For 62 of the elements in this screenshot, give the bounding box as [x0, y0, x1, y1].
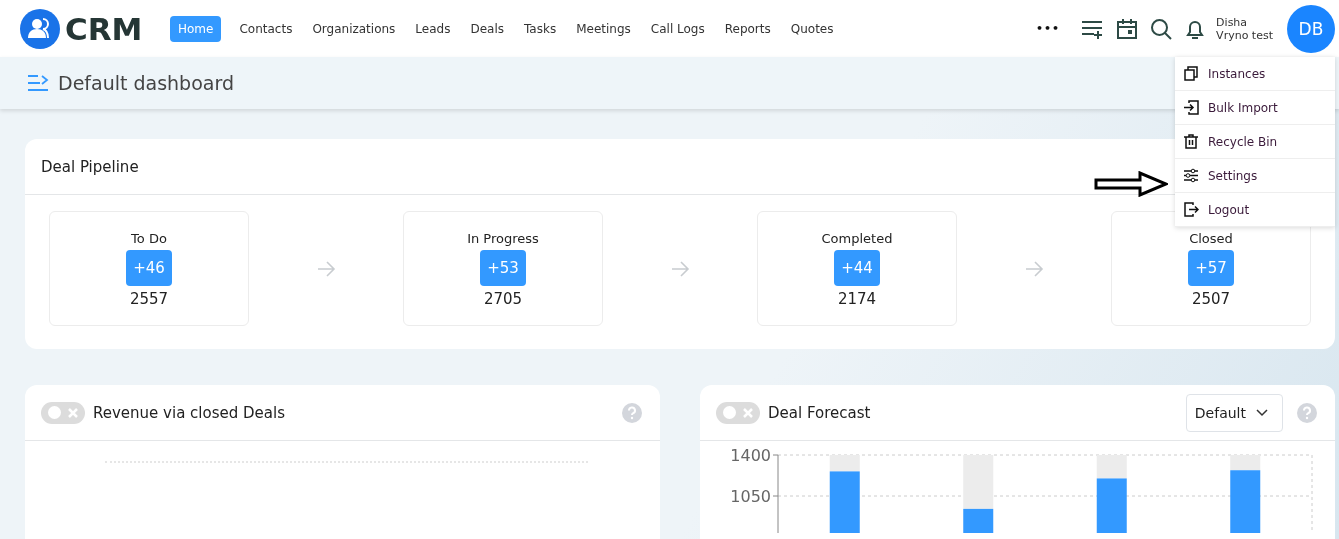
nav-tab[interactable]: Reports	[716, 15, 779, 42]
nav-tab[interactable]: Deals	[462, 15, 512, 42]
user-avatar[interactable]: DB	[1287, 4, 1335, 53]
widget-title: Revenue via closed Deals	[93, 403, 285, 422]
bar-track	[1096, 455, 1127, 479]
logo-text: CRM	[65, 10, 143, 47]
menu-item[interactable]: Bulk Import	[1175, 91, 1335, 125]
search-icon[interactable]	[1150, 17, 1173, 40]
stage-total: 2507	[1191, 290, 1231, 308]
menu-icon[interactable]	[27, 74, 49, 92]
count-badge: +44	[834, 250, 880, 286]
more-button[interactable]: •••	[1036, 22, 1061, 35]
nav-tab[interactable]: Meetings	[568, 15, 639, 42]
x-icon	[742, 407, 753, 418]
calendar-icon[interactable]	[1116, 17, 1139, 40]
stage-total: 2174	[837, 290, 877, 308]
arrow-right-icon	[1024, 258, 1044, 279]
nav-tab[interactable]: Organizations	[304, 15, 404, 42]
menu-item[interactable]: Recycle Bin	[1175, 125, 1335, 159]
count-badge: +46	[126, 250, 172, 286]
toggle-switch[interactable]	[716, 401, 760, 424]
arrow-right-icon	[670, 258, 690, 279]
stage-total: 2705	[483, 290, 523, 308]
nav-tab[interactable]: Quotes	[782, 15, 842, 42]
page-title: Default dashboard	[58, 72, 234, 94]
bar-track	[829, 455, 860, 472]
nav-tab[interactable]: Tasks	[516, 15, 565, 42]
bar-track	[1230, 455, 1261, 471]
bar	[963, 508, 994, 533]
menu-item[interactable]: Settings	[1175, 159, 1335, 193]
toggle-switch[interactable]	[41, 401, 85, 424]
bar	[1096, 478, 1127, 533]
arrow-right-icon	[316, 258, 336, 279]
count-badge: +53	[480, 250, 526, 286]
widget-title: Deal Forecast	[768, 403, 871, 422]
bar	[829, 471, 860, 533]
stage-total: 2557	[129, 290, 169, 308]
nav-tab[interactable]: Contacts	[231, 15, 301, 42]
sliders-icon[interactable]	[1183, 167, 1199, 184]
menu-item[interactable]: Instances	[1175, 57, 1335, 91]
axis-label: 1050	[730, 487, 771, 506]
copy-icon[interactable]	[1183, 65, 1199, 82]
filter-dropdown[interactable]: Default	[1185, 393, 1283, 432]
axis-label: 1400	[730, 446, 771, 465]
stage-name: To Do	[131, 231, 167, 246]
user-name: Disha	[1216, 15, 1249, 29]
stage-name: Completed	[821, 231, 893, 246]
stage-name: In Progress	[467, 231, 539, 246]
card-title: Deal Pipeline	[41, 157, 139, 176]
bar	[1230, 470, 1261, 533]
user-org: Vryno test	[1216, 28, 1273, 42]
logout-icon[interactable]	[1183, 201, 1199, 218]
chevron-down-icon[interactable]	[1256, 408, 1268, 417]
stage-name: Closed	[1189, 231, 1233, 246]
nav-tab[interactable]: Leads	[407, 15, 459, 42]
trash-icon[interactable]	[1183, 133, 1199, 150]
nav-tab[interactable]: Call Logs	[642, 15, 713, 42]
count-badge: +57	[1188, 250, 1234, 286]
menu-item[interactable]: Logout	[1175, 193, 1335, 227]
people-icon	[20, 8, 60, 49]
x-icon	[67, 407, 78, 418]
import-icon[interactable]	[1183, 99, 1199, 116]
